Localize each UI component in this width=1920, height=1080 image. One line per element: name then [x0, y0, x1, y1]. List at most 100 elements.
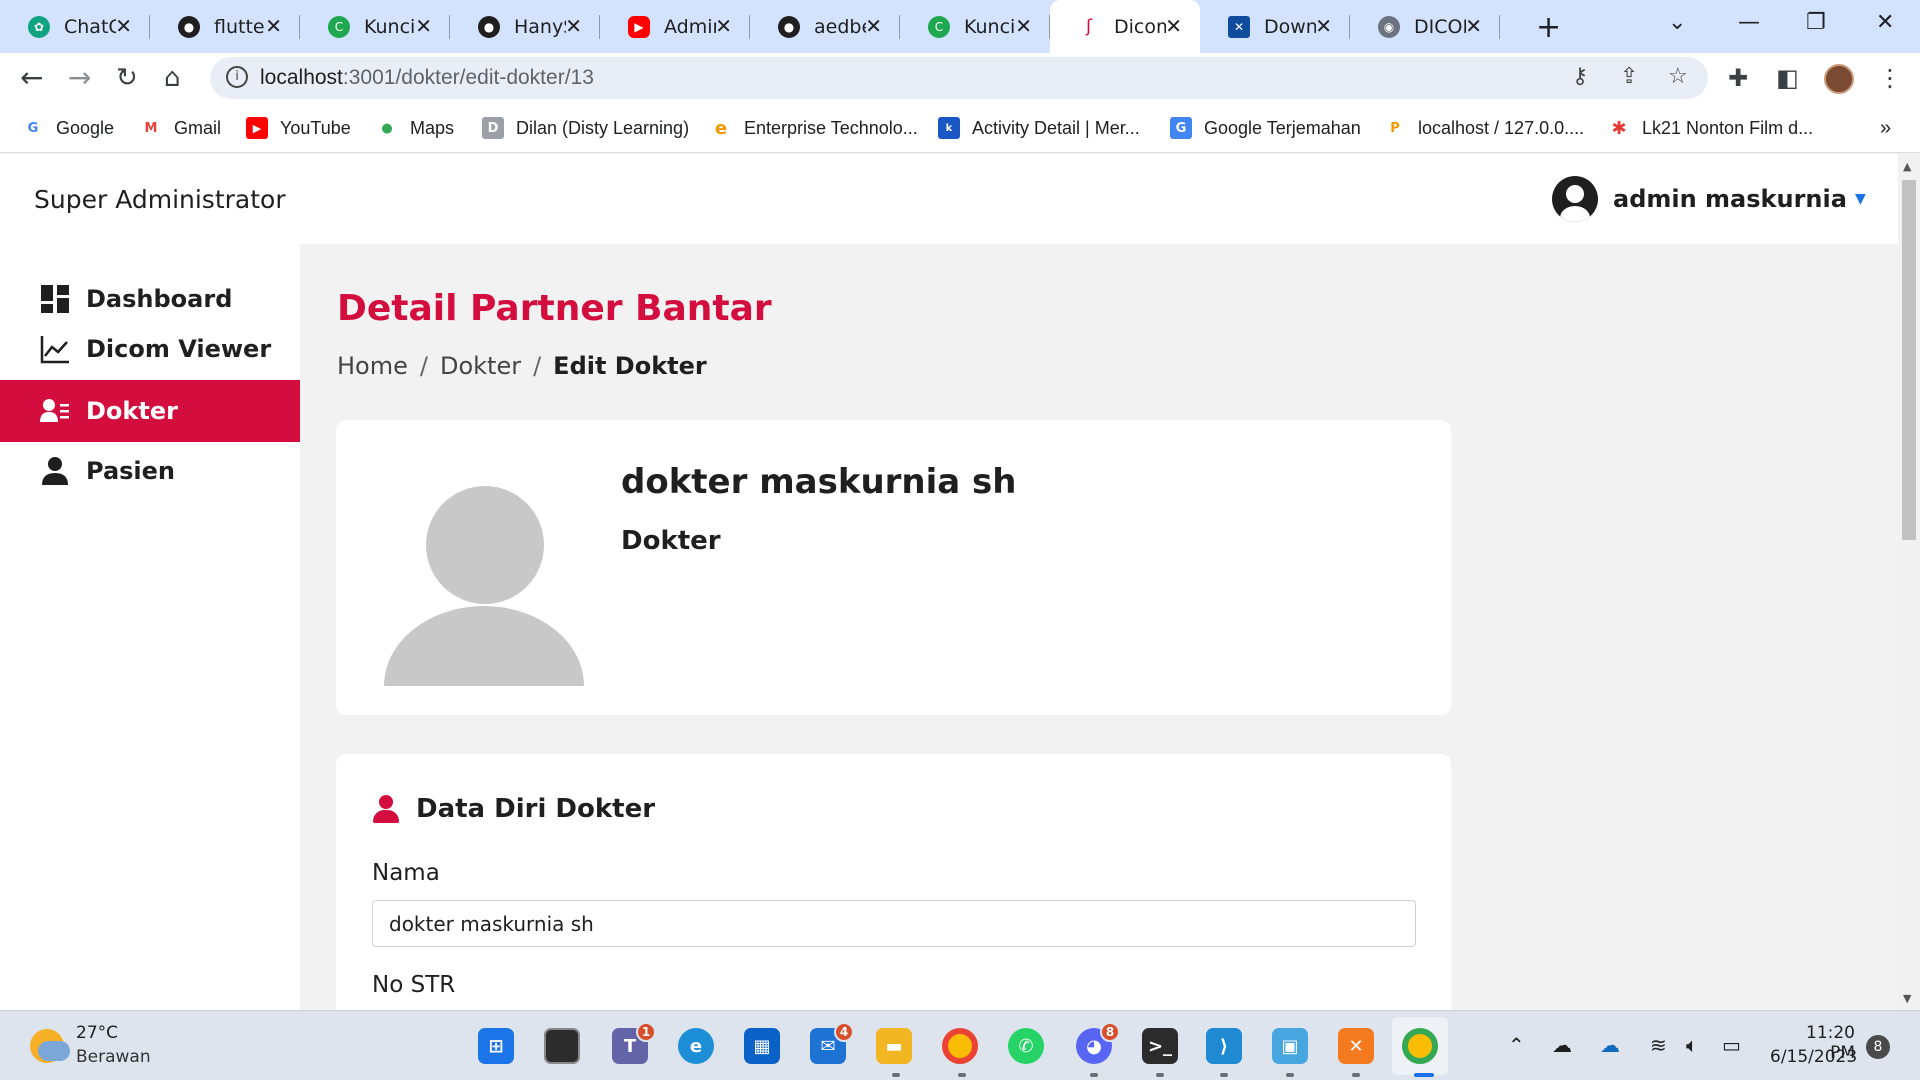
edge-icon[interactable]: e — [678, 1028, 714, 1064]
share-icon[interactable]: ⇪ — [1620, 64, 1638, 89]
breadcrumb-home[interactable]: Home — [337, 352, 408, 380]
weather-description[interactable]: Berawan — [76, 1047, 151, 1067]
extensions-icon[interactable]: ✚ — [1728, 63, 1748, 93]
close-icon[interactable]: ✕ — [415, 14, 432, 38]
home-icon[interactable]: ⌂ — [164, 63, 181, 93]
tab-flutter[interactable]: ● flutter- ✕ — [150, 0, 300, 53]
clock-date[interactable]: 6/15/2023 — [1770, 1047, 1857, 1067]
tab-dicom-active[interactable]: ʃ Dicom ✕ — [1050, 0, 1200, 53]
task-view-icon[interactable] — [544, 1028, 580, 1064]
chevron-up-icon[interactable]: ⌃ — [1508, 1033, 1525, 1057]
youtube-icon: ▶ — [628, 15, 650, 38]
bookmark-google[interactable]: G Google — [22, 117, 114, 139]
chrome-icon[interactable] — [942, 1028, 978, 1064]
scroll-up-icon[interactable]: ▲ — [1903, 160, 1911, 173]
bookmark-youtube[interactable]: ▶ YouTube — [246, 117, 351, 139]
address-bar[interactable]: i localhost:3001/dokter/edit-dokter/13 ⚷… — [210, 57, 1708, 99]
side-panel-icon[interactable]: ◧ — [1776, 63, 1799, 93]
app-header: Super Administrator admin maskurnia ▼ — [0, 154, 1898, 244]
store-icon[interactable]: ▦ — [744, 1028, 780, 1064]
user-icon — [40, 456, 70, 486]
windows-start-icon[interactable]: ⊞ — [478, 1028, 514, 1064]
breadcrumb-dokter[interactable]: Dokter — [440, 352, 521, 380]
tab-download[interactable]: ✕ Download ✕ — [1200, 0, 1350, 53]
chart-line-icon — [40, 334, 70, 364]
tab-title: Dicom — [1114, 15, 1166, 38]
close-icon[interactable]: ✕ — [115, 14, 132, 38]
teams-icon[interactable]: T1 — [612, 1022, 656, 1064]
sidebar-item-pasien[interactable]: Pasien — [0, 440, 300, 502]
profile-name: dokter maskurnia sh — [621, 462, 1017, 502]
minimize-icon[interactable]: — — [1738, 10, 1760, 35]
menu-kebab-icon[interactable]: ⋮ — [1878, 63, 1902, 93]
notification-badge[interactable]: 8 — [1866, 1035, 1890, 1059]
bookmark-maps[interactable]: ● Maps — [376, 117, 454, 139]
tab-kunci-1[interactable]: C Kunci Jawaban ✕ — [300, 0, 450, 53]
close-icon[interactable]: ✕ — [1015, 14, 1032, 38]
running-indicator — [1220, 1073, 1228, 1077]
xampp-icon[interactable]: ✕ — [1338, 1028, 1374, 1064]
tab-kunci-2[interactable]: C Kunci Jawaban ✕ — [900, 0, 1050, 53]
close-icon[interactable]: ✕ — [865, 14, 882, 38]
more-bookmarks-button[interactable]: » — [1880, 117, 1891, 140]
user-avatar-icon — [1552, 176, 1598, 222]
bookmark-translate[interactable]: G Google Terjemahan — [1170, 117, 1361, 139]
tab-search-icon[interactable]: ⌄ — [1668, 10, 1686, 35]
whatsapp-icon[interactable]: ✆ — [1008, 1028, 1044, 1064]
close-icon[interactable]: ✕ — [265, 14, 282, 38]
terminal-icon[interactable]: >_ — [1142, 1028, 1178, 1064]
volume-icon[interactable]: 🔈︎ — [1686, 1033, 1698, 1057]
tab-chatgpt[interactable]: ✿ ChatGPT ✕ — [0, 0, 150, 53]
reload-icon[interactable]: ↻ — [116, 63, 138, 93]
wifi-icon[interactable]: ≋ — [1650, 1033, 1667, 1057]
github-icon: ● — [778, 15, 800, 38]
tab-dicom-2[interactable]: ◉ DICOM ✕ — [1350, 0, 1500, 53]
user-menu[interactable]: admin maskurnia ▼ — [1552, 176, 1866, 222]
tab-admin-youtube[interactable]: ▶ Admin ✕ — [600, 0, 750, 53]
bookmark-activity[interactable]: k Activity Detail | Mer... — [938, 117, 1140, 139]
nama-input[interactable] — [372, 900, 1416, 947]
tab-hanysu[interactable]: ● HanySu ✕ — [450, 0, 600, 53]
bookmark-enterprise[interactable]: e Enterprise Technolo... — [710, 117, 918, 139]
restore-icon[interactable]: ❐ — [1806, 10, 1826, 35]
sidebar-item-dokter[interactable]: Dokter — [0, 380, 300, 442]
onedrive-icon[interactable]: ☁ — [1600, 1033, 1620, 1057]
scroll-down-icon[interactable]: ▼ — [1903, 992, 1911, 1005]
weather-temperature[interactable]: 27°C — [76, 1023, 118, 1043]
password-key-icon[interactable]: ⚷ — [1572, 64, 1588, 89]
file-explorer-icon[interactable]: ▬ — [876, 1028, 912, 1064]
forward-icon[interactable]: → — [68, 63, 91, 93]
chatgpt-icon: ✿ — [28, 15, 50, 38]
kunci-icon: C — [328, 15, 350, 38]
close-icon[interactable]: ✕ — [715, 14, 732, 38]
page-scrollbar[interactable]: ▲ ▼ — [1898, 154, 1920, 1010]
bookmark-lk21[interactable]: ✱ Lk21 Nonton Film d... — [1608, 117, 1813, 139]
bookmark-gmail[interactable]: M Gmail — [140, 117, 221, 139]
bookmark-star-icon[interactable]: ☆ — [1668, 64, 1688, 89]
scrollbar-thumb[interactable] — [1902, 180, 1916, 540]
bookmark-dilan[interactable]: D Dilan (Disty Learning) — [482, 117, 689, 139]
close-icon[interactable]: ✕ — [1165, 14, 1182, 38]
tab-aedbel[interactable]: ● aedbel ✕ — [750, 0, 900, 53]
profile-avatar[interactable] — [1824, 64, 1854, 94]
mail-icon[interactable]: ✉ 4 — [810, 1022, 854, 1064]
vscode-icon[interactable]: ⟩ — [1206, 1028, 1242, 1064]
discord-icon[interactable]: ◕ 8 — [1076, 1022, 1120, 1064]
battery-icon[interactable]: ▭ — [1722, 1033, 1741, 1057]
chrome-profile-icon[interactable] — [1402, 1028, 1438, 1064]
bookmark-localhost[interactable]: P localhost / 127.0.0.... — [1384, 117, 1584, 139]
new-tab-button[interactable]: + — [1536, 10, 1561, 45]
close-icon[interactable]: ✕ — [565, 14, 582, 38]
remote-desktop-icon[interactable]: ▣ — [1272, 1028, 1308, 1064]
sidebar-item-dicom-viewer[interactable]: Dicom Viewer — [0, 318, 300, 380]
user-icon — [372, 795, 400, 823]
close-icon[interactable]: ✕ — [1315, 14, 1332, 38]
close-icon[interactable]: ✕ — [1465, 14, 1482, 38]
window-close-icon[interactable]: ✕ — [1876, 10, 1894, 35]
section-title-text: Data Diri Dokter — [416, 794, 656, 824]
url-text[interactable]: localhost:3001/dokter/edit-dokter/13 — [260, 66, 594, 90]
back-icon[interactable]: ← — [20, 63, 43, 93]
page-title: Detail Partner Bantar — [337, 288, 772, 329]
vpn-icon[interactable]: ☁ — [1552, 1033, 1572, 1057]
site-info-icon[interactable]: i — [226, 66, 248, 88]
